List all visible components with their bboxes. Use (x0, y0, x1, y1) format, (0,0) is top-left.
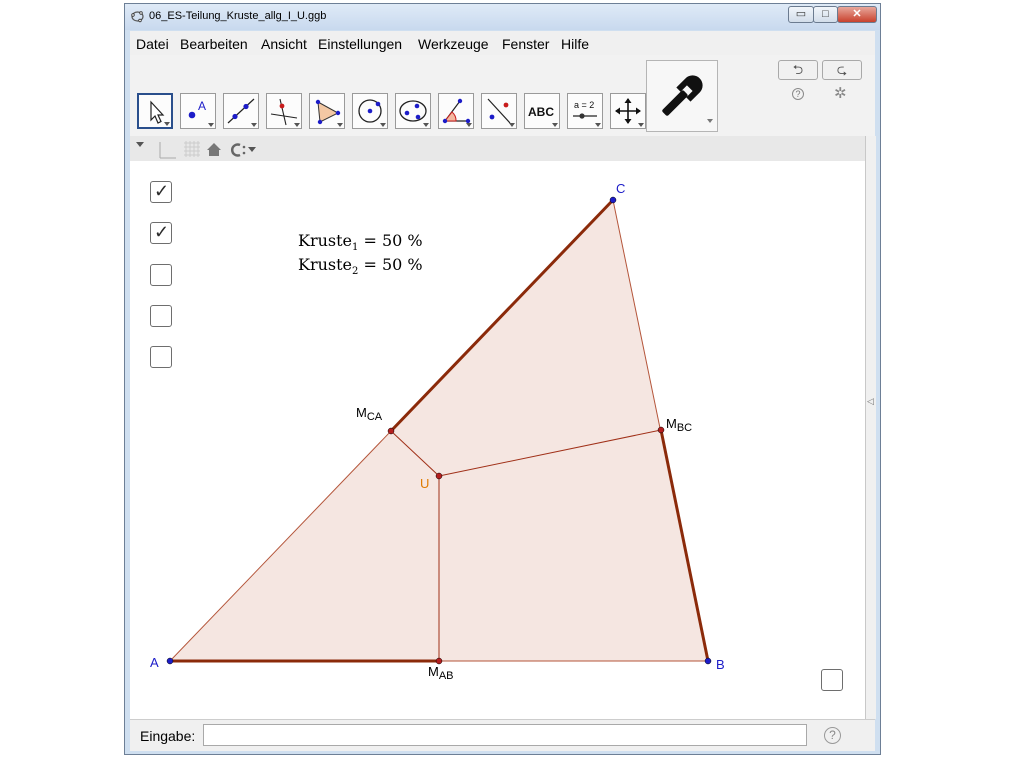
svg-text:A: A (198, 99, 206, 113)
toolbar: A ABC a = 2 ⮌ ⮎ ? ✲ (130, 55, 875, 137)
geogebra-app-icon (131, 11, 144, 23)
redo-button[interactable]: ⮎ (822, 60, 862, 80)
help-icon[interactable]: ? (792, 88, 804, 100)
sidebar-toggle[interactable]: ◁ (865, 136, 876, 719)
point-b (704, 657, 712, 665)
home-icon (207, 143, 221, 156)
point-m-bc (657, 426, 665, 434)
new-point-icon[interactable]: A (180, 93, 216, 129)
label-point-m-bc: MBC (666, 416, 693, 434)
angle-icon[interactable] (438, 93, 474, 129)
point-c (609, 196, 617, 204)
checkbox-5[interactable] (150, 346, 172, 368)
input-bar: Eingabe: ? (130, 719, 875, 751)
circle-with-center-icon[interactable] (352, 93, 388, 129)
label-point-b: B (716, 657, 725, 672)
slider-icon[interactable]: a = 2 (567, 93, 603, 129)
checkmark-icon: ✓ (154, 181, 170, 201)
polygon-icon[interactable] (309, 93, 345, 129)
svg-text:ABC: ABC (528, 105, 554, 119)
label-point-c: C (616, 181, 626, 196)
point-capturing-icon (230, 143, 256, 157)
kruste-2-text: Kruste2 = 50 % (298, 255, 423, 278)
input-field[interactable] (203, 724, 807, 746)
move-graphics-view-icon[interactable] (610, 93, 646, 129)
kruste-1-text: Kruste1 = 50 % (298, 231, 423, 254)
ellipse-icon[interactable] (395, 93, 431, 129)
title-bar: 06_ES-Teilung_Kruste_allg_I_U.ggb ▭ □ ✕ (125, 4, 880, 30)
checkbox-4[interactable] (150, 305, 172, 327)
svg-text:a = 2: a = 2 (574, 100, 594, 110)
menu-bearbeiten[interactable]: Bearbeiten (180, 36, 248, 52)
menu-ansicht[interactable]: Ansicht (261, 36, 307, 52)
label-point-u: U (420, 476, 430, 491)
label-point-m-ca: MCA (356, 405, 383, 423)
label-point-a: A (150, 655, 159, 670)
minimize-button[interactable]: ▭ (788, 6, 814, 23)
menu-werkzeuge[interactable]: Werkzeuge (418, 36, 489, 52)
checkmark-icon: ✓ (154, 222, 170, 242)
text-icon[interactable]: ABC (524, 93, 560, 129)
wrench-icon[interactable] (646, 60, 718, 132)
maximize-button[interactable]: □ (813, 6, 838, 23)
gear-icon[interactable]: ✲ (834, 84, 847, 102)
style-bar (130, 136, 865, 162)
undo-button[interactable]: ⮌ (778, 60, 818, 80)
label-point-m-ab: MAB (428, 664, 454, 682)
point-a (166, 657, 174, 665)
checkbox-3[interactable] (150, 264, 172, 286)
menu-fenster[interactable]: Fenster (502, 36, 549, 52)
line-through-two-points-icon[interactable] (223, 93, 259, 129)
menu-hilfe[interactable]: Hilfe (561, 36, 589, 52)
grid-toggle-icon (184, 141, 200, 157)
stylebar-toggle-icon (136, 142, 144, 147)
checkbox-2[interactable]: ✓ (150, 222, 172, 244)
collapse-arrow-icon: ◁ (867, 396, 874, 406)
menu-bar: Datei Bearbeiten Ansicht Einstellungen W… (130, 31, 875, 55)
window-title: 06_ES-Teilung_Kruste_allg_I_U.ggb (149, 10, 327, 22)
point-m-ca (387, 427, 395, 435)
menu-datei[interactable]: Datei (136, 36, 169, 52)
move-pointer-icon[interactable] (137, 93, 173, 129)
checkbox-6[interactable] (821, 669, 843, 691)
input-help-icon[interactable]: ? (824, 727, 841, 744)
reflect-about-line-icon[interactable] (481, 93, 517, 129)
close-button[interactable]: ✕ (837, 6, 877, 23)
menu-einstellungen[interactable]: Einstellungen (318, 36, 402, 52)
axes-toggle-icon (159, 142, 176, 159)
checkbox-1[interactable]: ✓ (150, 181, 172, 203)
input-label: Eingabe: (140, 728, 196, 744)
point-u (435, 472, 443, 480)
graphics-view[interactable]: ✓ ✓ Kruste1 = 50 % Kruste2 = 50 % A B C … (130, 161, 865, 719)
perpendicular-line-icon[interactable] (266, 93, 302, 129)
triangle-construction[interactable] (130, 161, 865, 719)
geogebra-window: 06_ES-Teilung_Kruste_allg_I_U.ggb ▭ □ ✕ … (124, 3, 881, 755)
